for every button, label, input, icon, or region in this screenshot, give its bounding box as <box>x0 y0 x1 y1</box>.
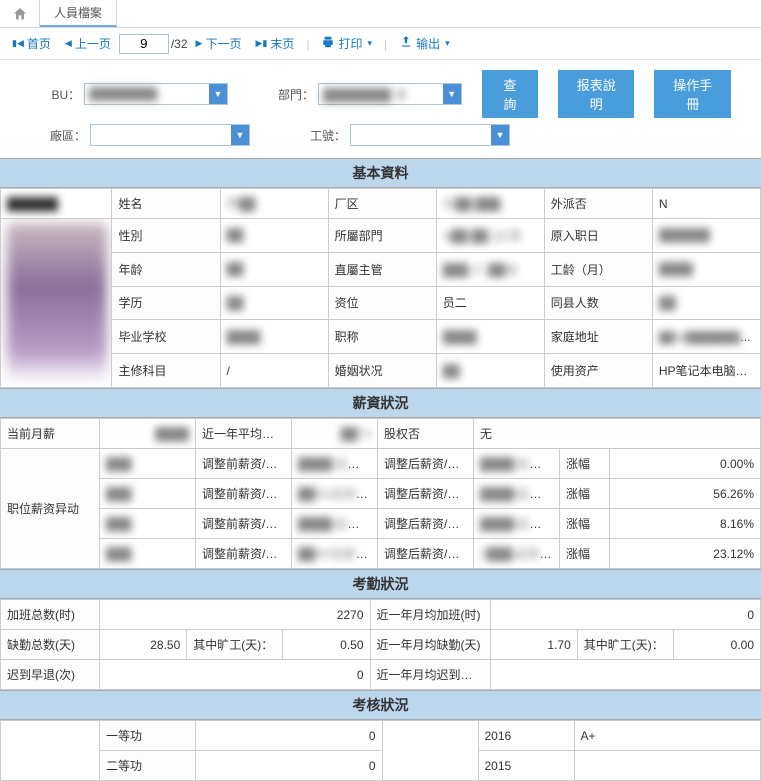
prev-icon: ◀ <box>65 38 72 49</box>
query-button[interactable]: 查詢 <box>482 70 538 118</box>
section-basic-header: 基本資料 <box>0 158 761 188</box>
chevron-down-icon: ▼ <box>209 84 227 104</box>
attend-table: 加班总数(时) 2270 近一年月均加班(时) 0 缺勤总数(天)28.50 其… <box>0 599 761 690</box>
expat-label: 外派否 <box>544 189 652 219</box>
chevron-down-icon: ▾ <box>445 38 450 49</box>
manual-button[interactable]: 操作手冊 <box>654 70 731 118</box>
tab-document[interactable]: 人員檔案 <box>40 0 117 27</box>
chevron-down-icon: ▼ <box>491 125 509 145</box>
export-button[interactable]: 输出 ▾ <box>393 33 456 54</box>
plant-label: 厂区 <box>328 189 436 219</box>
separator: | <box>384 37 387 51</box>
export-icon <box>399 35 413 52</box>
table-row: 二等功0 2015 <box>1 751 761 781</box>
plant-label: 廠區： <box>30 127 90 144</box>
name-label: 姓名 <box>112 189 220 219</box>
prev-page-button[interactable]: ◀ 上一页 <box>59 33 117 54</box>
basic-table: ██████ 姓名 罗██ 厂区 东██ ███ 外派否 N 性別██ 所屬部門… <box>0 188 761 388</box>
section-salary-header: 薪資狀況 <box>0 388 761 418</box>
next-icon: ▶ <box>196 38 203 49</box>
pager-toolbar: ▮◀ 首页 ◀ 上一页 /32 ▶ 下一页 ▶▮ 末页 | 打印 ▾ | 输出 … <box>0 28 761 60</box>
table-row: 一等功0 2016A+ <box>1 721 761 751</box>
separator: | <box>306 37 309 51</box>
chevron-down-icon: ▾ <box>367 38 372 49</box>
chevron-down-icon: ▼ <box>443 84 461 104</box>
chevron-down-icon: ▼ <box>231 125 249 145</box>
table-row: 职位薪资异动 ███ 调整前薪资/职位████/品管事务员 调整后薪资/职位██… <box>1 449 761 479</box>
table-row: 加班总数(时) 2270 近一年月均加班(时) 0 <box>1 600 761 630</box>
report-desc-button[interactable]: 报表說明 <box>558 70 635 118</box>
table-row: 主修科目/ 婚姻状况██ 使用资产HP笔记本电脑DV4... <box>1 354 761 388</box>
emp-select[interactable]: ▼ <box>350 124 510 146</box>
plant-value: 东██ ███ <box>436 189 544 219</box>
bu-label: BU： <box>30 86 84 103</box>
assess-table: 一等功0 2016A+ 二等功0 2015 <box>0 720 761 781</box>
bu-select[interactable]: ████████ ▼ <box>84 83 228 105</box>
table-row: 性別██ 所屬部門A██ ██ QE课 原入职日██████ <box>1 219 761 253</box>
table-row: 迟到早退(次) 0 近一年月均迟到早退(次) <box>1 660 761 690</box>
table-row: 缺勤总数(天)28.50 其中旷工(天)：0.50 近一年月均缺勤(天)1.70… <box>1 630 761 660</box>
table-row: ███ 调整前薪资/职位██50/品保事务员 调整后薪资/职位████/品保事务… <box>1 479 761 509</box>
avatar <box>7 223 107 383</box>
tab-bar: 人員檔案 <box>0 0 761 28</box>
print-button[interactable]: 打印 ▾ <box>315 33 378 54</box>
page-total: /32 <box>171 37 188 51</box>
dept-label: 部門： <box>264 86 318 103</box>
table-row: 年龄██ 直屬主管███ 27 ██旭 工龄（月）████ <box>1 252 761 286</box>
avatar-cell <box>1 219 112 388</box>
first-page-button[interactable]: ▮◀ 首页 <box>6 33 57 54</box>
emp-label: 工號： <box>290 127 350 144</box>
section-assess-header: 考核狀況 <box>0 690 761 720</box>
plant-select[interactable]: ▼ <box>90 124 250 146</box>
last-icon: ▶▮ <box>255 38 267 49</box>
tab-home[interactable] <box>0 0 40 27</box>
table-row: 学历██ 资位员二 同县人数██ <box>1 286 761 320</box>
table-row: ███ 调整前薪资/职位████/品保事务员 调整后薪资/职位████/品保事务… <box>1 509 761 539</box>
table-row: 当前月薪 ████ 近一年平均月薪 ██74 股权否 无 <box>1 419 761 449</box>
table-row: ███ 调整前薪资/职位██40/品管事务员 调整后薪资/职位2███/品保事务… <box>1 539 761 569</box>
expat-value: N <box>652 189 760 219</box>
last-page-button[interactable]: ▶▮ 末页 <box>249 33 300 54</box>
table-row: 毕业学校████ 职称████ 家庭地址██省████████████ <box>1 320 761 354</box>
home-icon <box>12 6 28 22</box>
name-value: 罗██ <box>220 189 328 219</box>
next-page-button[interactable]: ▶ 下一页 <box>190 33 248 54</box>
page-input[interactable] <box>119 34 169 54</box>
dept-select[interactable]: ████████ 课 ▼ <box>318 83 462 105</box>
filter-panel: BU： ████████ ▼ 部門： ████████ 课 ▼ 查詢 报表說明 … <box>0 60 761 158</box>
section-attend-header: 考勤狀況 <box>0 569 761 599</box>
salary-table: 当前月薪 ████ 近一年平均月薪 ██74 股权否 无 职位薪资异动 ███ … <box>0 418 761 569</box>
print-icon <box>321 35 335 52</box>
table-row: ██████ 姓名 罗██ 厂区 东██ ███ 外派否 N <box>1 189 761 219</box>
first-icon: ▮◀ <box>12 38 24 49</box>
tab-label: 人員檔案 <box>54 4 102 21</box>
